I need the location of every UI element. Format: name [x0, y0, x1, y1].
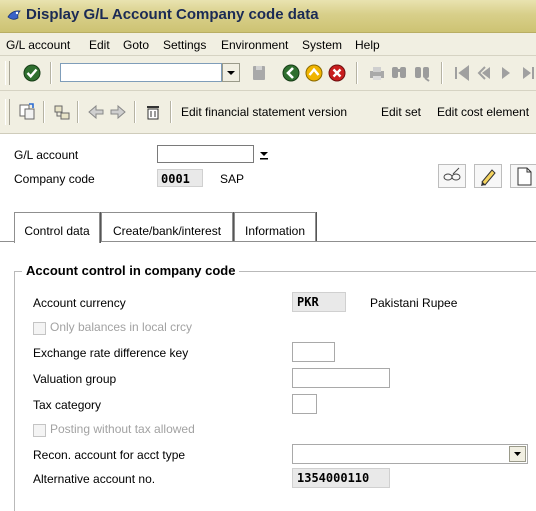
- tab-create-bank-interest[interactable]: Create/bank/interest: [101, 212, 233, 242]
- toolbar-separator: [50, 62, 52, 84]
- menu-gl-account[interactable]: G/L account: [6, 38, 70, 52]
- only-balances-checkbox[interactable]: [33, 322, 46, 335]
- alternative-account-label: Alternative account no.: [33, 472, 156, 486]
- tab-control-data[interactable]: Control data: [14, 212, 100, 243]
- create-new-icon: [517, 167, 532, 186]
- display-change-button[interactable]: [438, 164, 466, 188]
- title-bar: Display G/L Account Company code data: [0, 0, 536, 33]
- first-page-icon[interactable]: [452, 63, 472, 83]
- menu-goto[interactable]: Goto: [123, 38, 149, 52]
- recon-account-select[interactable]: [292, 444, 528, 464]
- tax-category-input[interactable]: [292, 394, 317, 414]
- previous-icon[interactable]: [86, 102, 106, 122]
- menu-system[interactable]: System: [302, 38, 342, 52]
- posting-without-tax-label: Posting without tax allowed: [50, 422, 195, 436]
- search-help-icon[interactable]: [258, 147, 270, 161]
- valuation-group-label: Valuation group: [33, 372, 117, 386]
- application-toolbar: Edit financial statement version Edit se…: [0, 91, 536, 134]
- account-currency-label: Account currency: [33, 296, 126, 310]
- menu-help[interactable]: Help: [355, 38, 380, 52]
- account-currency-field: PKR: [292, 292, 346, 312]
- toolbar-separator: [356, 62, 358, 84]
- window-title: Display G/L Account Company code data: [26, 6, 319, 23]
- company-code-label: Company code: [14, 172, 95, 186]
- only-balances-label: Only balances in local crcy: [50, 320, 193, 334]
- gl-account-label: G/L account: [14, 148, 79, 162]
- command-field-dropdown[interactable]: [222, 63, 240, 82]
- create-button[interactable]: [510, 164, 536, 188]
- edit-cost-element-button[interactable]: Edit cost element: [437, 105, 529, 119]
- tax-category-label: Tax category: [33, 398, 102, 412]
- command-field[interactable]: [60, 63, 222, 82]
- gl-account-input[interactable]: [157, 145, 254, 163]
- find-icon[interactable]: [389, 63, 409, 83]
- menu-bar: G/L account Edit Goto Settings Environme…: [0, 33, 536, 56]
- toolbar-separator: [441, 62, 443, 84]
- chevron-down-icon: [514, 452, 521, 456]
- find-next-icon[interactable]: [412, 63, 432, 83]
- change-pencil-icon: [481, 169, 496, 186]
- edit-fs-version-button[interactable]: Edit financial statement version: [181, 105, 347, 119]
- display-change-toggle-icon: [443, 167, 461, 181]
- menu-settings[interactable]: Settings: [163, 38, 206, 52]
- toolbar-grip[interactable]: [5, 61, 10, 85]
- sap-window-icon: [7, 10, 21, 20]
- last-page-icon[interactable]: [519, 63, 536, 83]
- change-button[interactable]: [474, 164, 502, 188]
- chevron-down-icon: [227, 71, 235, 75]
- posting-without-tax-checkbox[interactable]: [33, 424, 46, 437]
- recon-account-dropdown[interactable]: [509, 446, 526, 462]
- next-page-icon[interactable]: [497, 63, 517, 83]
- cancel-icon[interactable]: [327, 63, 347, 83]
- exchange-rate-key-input[interactable]: [292, 342, 335, 362]
- group-title: Account control in company code: [22, 263, 240, 278]
- toolbar-grip[interactable]: [5, 99, 10, 125]
- previous-page-icon[interactable]: [475, 63, 495, 83]
- alternative-account-field: 1354000110: [292, 468, 390, 488]
- print-icon[interactable]: [367, 63, 387, 83]
- toolbar-separator: [43, 101, 45, 123]
- company-code-value: 0001: [157, 169, 203, 187]
- toolbar-separator: [170, 101, 172, 123]
- other-object-icon[interactable]: [17, 102, 37, 122]
- tab-information[interactable]: Information: [234, 212, 316, 242]
- toolbar-separator: [134, 101, 136, 123]
- menu-environment[interactable]: Environment: [221, 38, 288, 52]
- account-currency-value: PKR: [297, 295, 319, 309]
- delete-icon[interactable]: [143, 102, 163, 122]
- back-icon[interactable]: [281, 63, 301, 83]
- tab-strip: Control data Create/bank/interest Inform…: [0, 212, 536, 243]
- enter-icon[interactable]: [22, 63, 42, 83]
- menu-edit[interactable]: Edit: [89, 38, 110, 52]
- company-name: SAP: [220, 172, 245, 186]
- alternative-account-value: 1354000110: [297, 471, 370, 485]
- edit-set-button[interactable]: Edit set: [381, 105, 421, 119]
- toolbar-separator: [77, 101, 79, 123]
- exchange-rate-key-label: Exchange rate difference key: [33, 346, 189, 360]
- exit-icon[interactable]: [304, 63, 324, 83]
- company-code-text: 0001: [161, 172, 190, 186]
- save-icon[interactable]: [249, 63, 269, 83]
- next-icon[interactable]: [108, 102, 128, 122]
- valuation-group-input[interactable]: [292, 368, 390, 388]
- hierarchy-icon[interactable]: [52, 102, 72, 122]
- currency-description: Pakistani Rupee: [370, 296, 458, 310]
- recon-account-label: Recon. account for acct type: [33, 448, 186, 462]
